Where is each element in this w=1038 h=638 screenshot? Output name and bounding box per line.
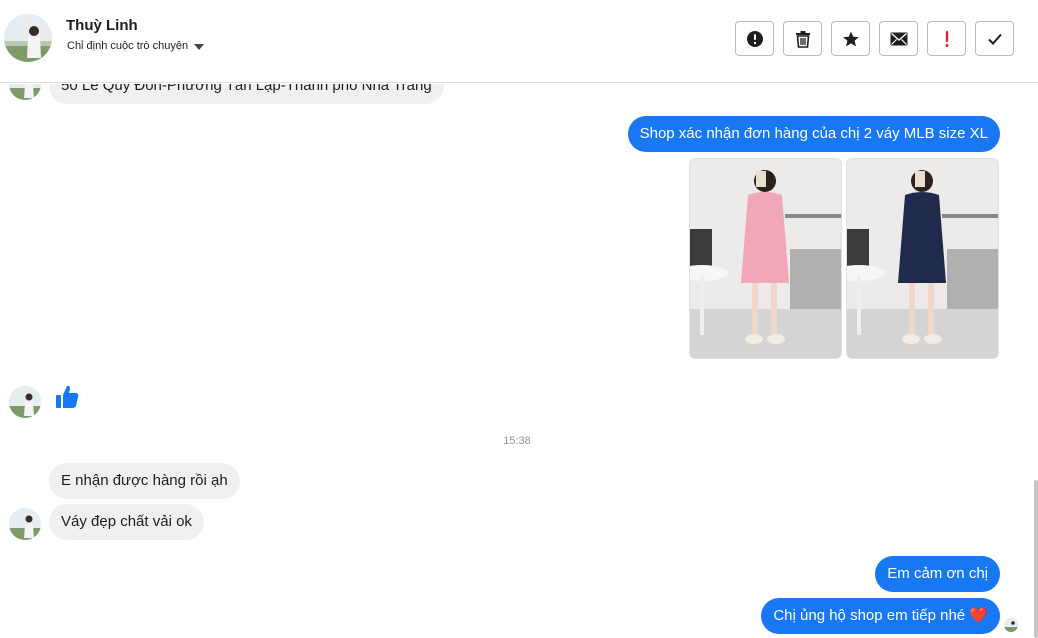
- seen-avatar: [1004, 618, 1018, 632]
- envelope-icon: [890, 32, 907, 45]
- navy-dress-photo[interactable]: [846, 158, 999, 359]
- star-icon: [842, 31, 859, 46]
- done-button[interactable]: [975, 21, 1014, 56]
- spam-button[interactable]: [927, 21, 966, 56]
- star-button[interactable]: [831, 21, 870, 56]
- red-exclamation-icon: [945, 30, 948, 47]
- report-button[interactable]: [735, 21, 774, 56]
- message-outgoing[interactable]: Em cảm ơn chị: [875, 556, 1000, 592]
- message-outgoing[interactable]: Chị ủng hộ shop em tiếp nhé ❤️: [761, 598, 1000, 634]
- message-incoming[interactable]: E nhận được hàng rồi ạh: [49, 463, 240, 499]
- thumbs-up-icon[interactable]: [55, 384, 79, 415]
- scrollbar[interactable]: [1034, 480, 1038, 638]
- contact-avatar-small[interactable]: [9, 508, 41, 540]
- checkmark-icon: [987, 33, 1002, 45]
- exclamation-circle-icon: [746, 30, 763, 47]
- contact-name[interactable]: Thuỳ Linh: [66, 17, 138, 34]
- chevron-down-icon: [194, 43, 205, 50]
- message-incoming[interactable]: 50 Lê Quý Đôn-Phường Tân Lập-Thành phố N…: [49, 84, 444, 104]
- assign-label: Chỉ định cuộc trò chuyện: [67, 40, 189, 52]
- conversation-header: Thuỳ Linh Chỉ định cuộc trò chuyện: [0, 0, 1038, 83]
- delete-button[interactable]: [783, 21, 822, 56]
- messenger-window: Thuỳ Linh Chỉ định cuộc trò chuyện 50 Lê…: [0, 0, 1038, 638]
- contact-avatar-small[interactable]: [9, 84, 41, 100]
- mark-unread-button[interactable]: [879, 21, 918, 56]
- assign-conversation-dropdown[interactable]: Chỉ định cuộc trò chuyện: [67, 40, 205, 52]
- trash-icon: [795, 30, 810, 48]
- pink-dress-photo[interactable]: [689, 158, 842, 359]
- message-incoming[interactable]: Váy đẹp chất vải ok: [49, 504, 204, 540]
- header-actions: [735, 21, 1014, 56]
- message-timestamp: 15:38: [503, 435, 531, 447]
- contact-avatar-small[interactable]: [9, 386, 41, 418]
- contact-avatar[interactable]: [4, 14, 52, 62]
- message-thread[interactable]: 50 Lê Quý Đôn-Phường Tân Lập-Thành phố N…: [0, 84, 1034, 638]
- message-outgoing[interactable]: Shop xác nhận đơn hàng của chị 2 váy MLB…: [627, 116, 1000, 152]
